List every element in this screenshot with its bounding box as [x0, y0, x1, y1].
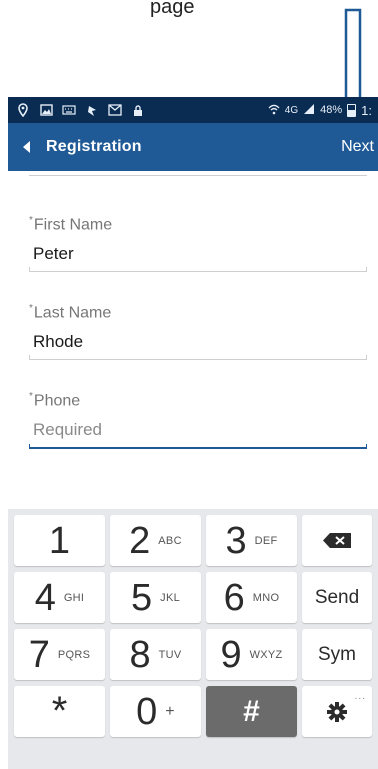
key-hash[interactable]: # [206, 686, 297, 737]
key-1[interactable]: 1 [14, 515, 105, 566]
next-button[interactable]: Next [341, 123, 374, 171]
phone-input-placeholder[interactable]: Required [29, 420, 367, 442]
clock: 1: [361, 102, 372, 118]
key-9[interactable]: 9 WXYZ [206, 629, 297, 680]
backspace-icon [323, 533, 351, 548]
key-4[interactable]: 4 GHI [14, 572, 105, 623]
last-name-input[interactable]: Rhode [29, 332, 367, 354]
required-mark: * [29, 391, 33, 402]
battery-icon [347, 103, 357, 117]
backspace-key[interactable] [302, 515, 372, 566]
app-bar: Registration Next [8, 123, 378, 171]
more-dots: ... [354, 691, 366, 702]
wifi-icon [268, 103, 280, 118]
phone-label: Phone [33, 392, 81, 410]
back-button[interactable] [8, 123, 46, 171]
key-0[interactable]: 0 + [110, 686, 201, 737]
first-name-input[interactable]: Peter [29, 244, 367, 266]
caption-text: page [150, 0, 195, 18]
phone-field[interactable]: *Phone Required [29, 391, 367, 450]
image-icon [39, 103, 53, 117]
key-star[interactable]: * [14, 686, 105, 737]
keyboard-icon [62, 103, 76, 117]
signal-icon [303, 103, 315, 118]
send-key[interactable]: Send [302, 572, 372, 623]
first-name-label: First Name [33, 216, 113, 234]
battery-percent: 48% [320, 104, 343, 116]
first-name-field[interactable]: *First Name Peter [29, 215, 367, 273]
key-7[interactable]: 7 PQRS [14, 629, 105, 680]
numeric-keyboard: 1 2 ABC 3 DEF 4 GHI 5 JKL 6 MNO Send 7 PQRS 8T… [8, 509, 378, 769]
key-8[interactable]: 8 TUV [110, 629, 201, 680]
status-bar: 4G 48% 1: [8, 97, 378, 123]
lock-warning-icon [131, 103, 145, 117]
key-6[interactable]: 6 MNO [206, 572, 297, 623]
network-type: 4G [284, 104, 299, 116]
required-mark: * [29, 215, 33, 226]
location-icon [16, 103, 30, 117]
last-name-field[interactable]: *Last Name Rhode [29, 303, 367, 361]
keyboard-settings-key[interactable]: ... [302, 686, 372, 737]
key-5[interactable]: 5 JKL [110, 572, 201, 623]
sym-key[interactable]: Sym [302, 629, 372, 680]
phone-screen: 4G 48% 1: Registration Next *First Name … [8, 97, 378, 769]
app-notification-icon [85, 103, 99, 117]
email-icon [108, 103, 122, 117]
registration-form: *First Name Peter *Last Name Rhode *Phon… [8, 171, 378, 509]
page-title: Registration [46, 138, 142, 155]
last-name-label: Last Name [33, 304, 112, 322]
phone-underline [29, 444, 367, 450]
key-2[interactable]: 2 ABC [110, 515, 201, 566]
gear-icon [327, 701, 347, 722]
key-3[interactable]: 3 DEF [206, 515, 297, 566]
previous-field-edge [29, 171, 367, 176]
required-mark: * [29, 303, 33, 314]
chevron-left-icon [23, 141, 30, 153]
last-name-underline [29, 355, 367, 361]
first-name-underline [29, 267, 367, 273]
